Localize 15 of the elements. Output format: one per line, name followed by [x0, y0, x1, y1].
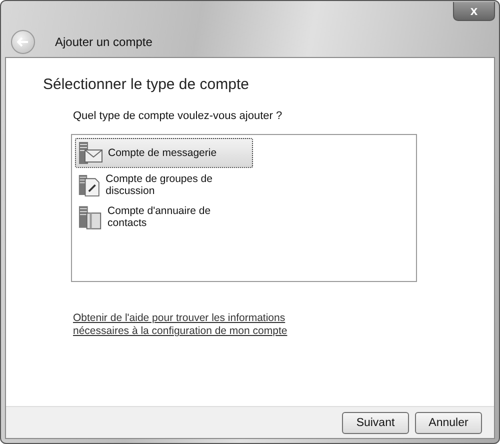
account-type-item[interactable]: Compte de messagerie — [75, 138, 253, 168]
close-button[interactable]: x — [453, 2, 495, 21]
help-link[interactable]: Obtenir de l'aide pour trouver les informations nécessaires à la configuration de mon compte — [73, 312, 343, 338]
server-document-icon — [78, 172, 102, 198]
page-heading: Sélectionner le type de compte — [43, 76, 250, 93]
back-button[interactable] — [11, 30, 35, 54]
account-type-item[interactable]: Compte d'annuaire de contacts — [75, 202, 253, 232]
server-book-icon — [78, 204, 104, 230]
next-button[interactable]: Suivant — [342, 412, 409, 434]
question-text: Quel type de compte voulez-vous ajouter ? — [73, 110, 284, 122]
account-type-item[interactable]: Compte de groupes de discussion — [75, 170, 253, 200]
cancel-button[interactable]: Annuler — [415, 412, 482, 434]
back-arrow-icon — [17, 37, 29, 47]
server-envelope-icon — [78, 140, 104, 166]
window-title: Ajouter un compte — [55, 35, 152, 49]
